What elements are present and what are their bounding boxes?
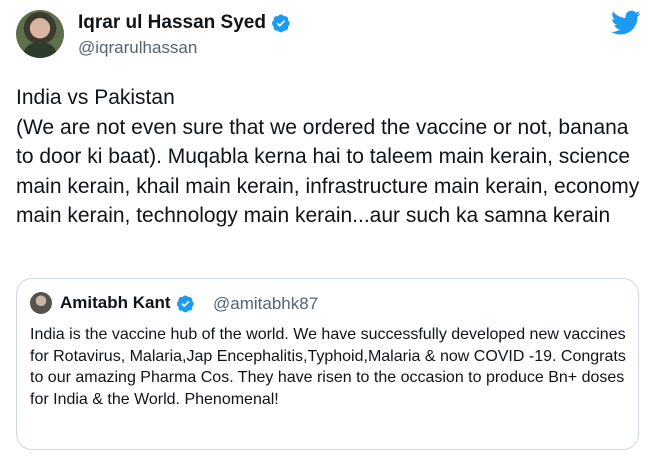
author-handle[interactable]: @iqrarulhassan [78, 38, 197, 58]
quoted-author-name-text[interactable]: Amitabh Kant [60, 293, 171, 313]
verified-badge-icon [271, 14, 290, 33]
quoted-author-avatar[interactable] [30, 292, 52, 314]
author-name[interactable]: Iqrar ul Hassan Syed [78, 12, 291, 34]
quoted-tweet[interactable]: Amitabh Kant @amitabhk87 India is the va… [16, 278, 639, 450]
author-avatar[interactable] [16, 10, 64, 58]
quoted-author-handle[interactable]: @amitabhk87 [213, 294, 318, 314]
twitter-bird-icon[interactable] [611, 10, 641, 36]
verified-badge-icon [176, 294, 194, 312]
author-name-text[interactable]: Iqrar ul Hassan Syed [78, 12, 266, 34]
quoted-tweet-text: India is the vaccine hub of the world. W… [30, 326, 626, 408]
tweet-card: Iqrar ul Hassan Syed @iqrarulhassan Indi… [0, 0, 655, 458]
quoted-author-name[interactable]: Amitabh Kant [60, 293, 195, 313]
tweet-text: India vs Pakistan (We are not even sure … [16, 86, 640, 227]
